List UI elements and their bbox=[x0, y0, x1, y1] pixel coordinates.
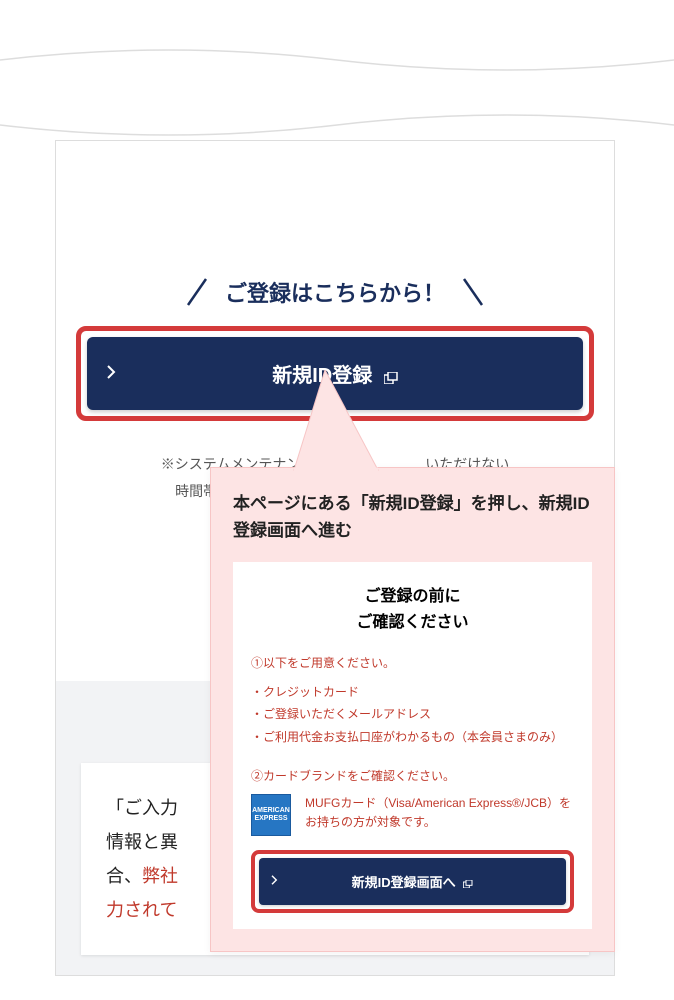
brand-section-label: ②カードブランドをご確認ください。 bbox=[251, 767, 574, 784]
list-item: ご利用代金お支払口座がわかるもの（本会員さまのみ） bbox=[251, 726, 574, 749]
header-row: ご登録はこちらから！ bbox=[56, 276, 614, 308]
brand-description: MUFGカード（Visa/American Express®/JCB）をお持ちの… bbox=[305, 794, 574, 832]
external-link-icon bbox=[463, 879, 473, 890]
proceed-register-button[interactable]: 新規ID登録画面へ bbox=[259, 858, 566, 905]
brand-row: AMERICAN EXPRESS MUFGカード（Visa/American E… bbox=[251, 794, 574, 836]
instruction-callout: 本ページにある「新規ID登録」を押し、新規ID登録画面へ進む ご登録の前に ご確… bbox=[210, 467, 615, 952]
amex-logo-icon: AMERICAN EXPRESS bbox=[251, 794, 291, 836]
callout-pointer-arrow bbox=[290, 370, 380, 485]
callout-title: 本ページにある「新規ID登録」を押し、新規ID登録画面へ進む bbox=[233, 490, 592, 544]
slash-decoration-right bbox=[460, 277, 488, 307]
external-link-icon bbox=[384, 369, 398, 386]
wave-separator-top bbox=[0, 35, 674, 85]
prepare-section-label: ①以下をご用意ください。 bbox=[251, 654, 574, 671]
chevron-right-icon bbox=[271, 875, 278, 888]
list-item: ご登録いただくメールアドレス bbox=[251, 703, 574, 726]
header-title: ご登録はこちらから！ bbox=[225, 276, 445, 308]
secondary-button-highlight: 新規ID登録画面へ bbox=[251, 850, 574, 913]
slash-decoration-left bbox=[182, 277, 210, 307]
confirmation-card: ご登録の前に ご確認ください ①以下をご用意ください。 クレジットカード ご登録… bbox=[233, 562, 592, 929]
prepare-list: クレジットカード ご登録いただくメールアドレス ご利用代金お支払口座がわかるもの… bbox=[251, 681, 574, 749]
list-item: クレジットカード bbox=[251, 681, 574, 704]
proceed-register-button-label: 新規ID登録画面へ bbox=[269, 872, 556, 891]
chevron-right-icon bbox=[107, 365, 116, 382]
confirmation-card-title: ご登録の前に ご確認ください bbox=[251, 584, 574, 635]
